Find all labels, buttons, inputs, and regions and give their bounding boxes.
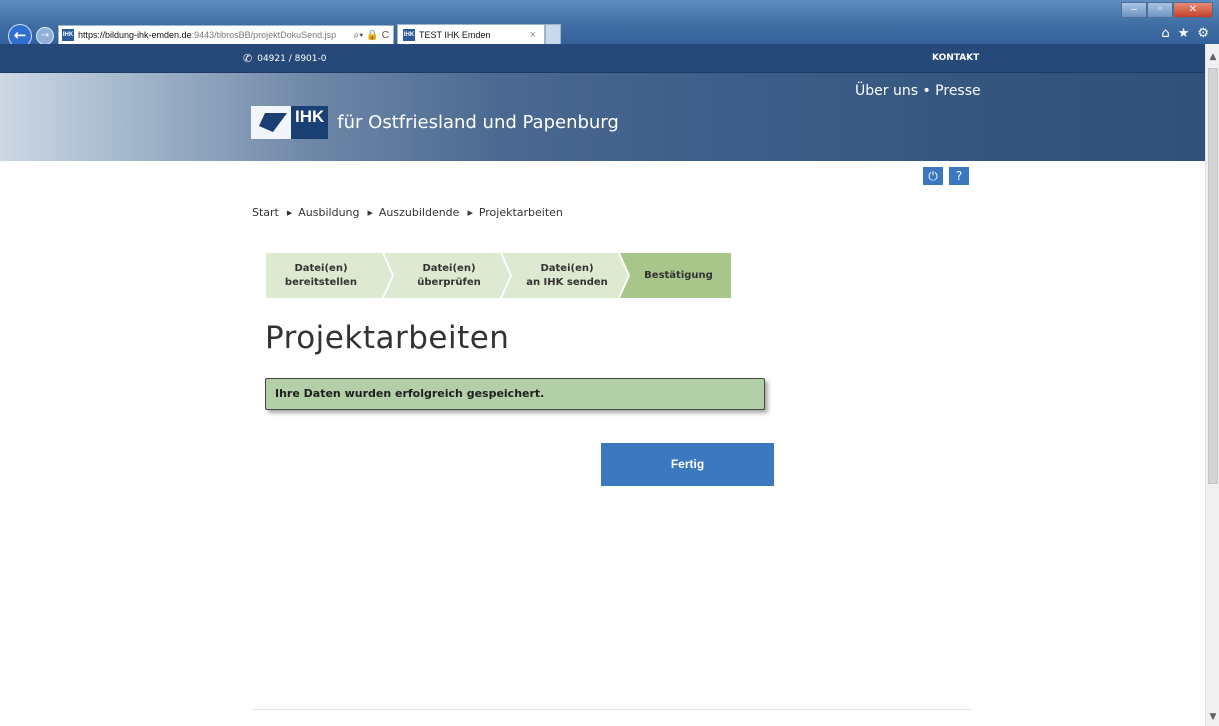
tab-close-icon[interactable]: × (530, 29, 536, 41)
breadcrumb-ausbildung[interactable]: Ausbildung (298, 206, 359, 219)
page-viewport: ✆ 04921 / 8901-0 KONTAKT IHK für Ostfrie… (0, 44, 1205, 726)
address-bar[interactable]: IHK https://bildung-ihk-emden.de:9443/ti… (58, 25, 394, 45)
minimize-button[interactable]: – (1121, 2, 1147, 18)
window-controls: – ▫ ✕ (1121, 2, 1213, 18)
success-message: Ihre Daten wurden erfolgreich gespeicher… (265, 378, 765, 410)
phone-icon: ✆ (243, 52, 253, 65)
url-path: :9443/tibrosBB/projektDokuSend.jsp (191, 30, 337, 40)
scroll-down-icon[interactable]: ▼ (1206, 710, 1219, 724)
fertig-button[interactable]: Fertig (601, 443, 774, 486)
vertical-scrollbar[interactable]: ▲ ▼ (1205, 44, 1219, 726)
header-banner: IHK für Ostfriesland und Papenburg Über … (0, 73, 1205, 161)
logo-text: für Ostfriesland und Papenburg (337, 112, 619, 133)
ihk-logo[interactable]: IHK für Ostfriesland und Papenburg (251, 106, 619, 139)
new-tab-button[interactable] (545, 24, 561, 45)
scroll-up-icon[interactable]: ▲ (1206, 50, 1219, 64)
breadcrumb-projektarbeiten: Projektarbeiten (478, 206, 563, 219)
browser-tools: ⌂ ★ ⚙ (1161, 26, 1209, 41)
power-icon[interactable]: ⏻ (923, 167, 943, 185)
breadcrumb-arrow-icon: ▶ (467, 208, 473, 217)
step-bereitstellen: Datei(en) bereitstellen (266, 253, 392, 298)
step-senden: Datei(en) an IHK senden (502, 253, 628, 298)
refresh-icon[interactable]: C (382, 30, 389, 41)
breadcrumb: Start ▶ Ausbildung ▶ Auszubildende ▶ Pro… (252, 206, 563, 219)
page-title: Projektarbeiten (265, 320, 510, 356)
close-window-button[interactable]: ✕ (1173, 2, 1213, 18)
forward-button[interactable]: → (36, 27, 54, 45)
about-link[interactable]: Über uns (855, 83, 918, 99)
search-dropdown-icon[interactable]: ⌕▾ (354, 30, 364, 41)
press-link[interactable]: Presse (935, 83, 980, 99)
gear-icon[interactable]: ⚙ (1197, 26, 1209, 41)
top-bar: ✆ 04921 / 8901-0 KONTAKT (0, 44, 1205, 73)
tab-title: TEST IHK Emden (419, 30, 491, 40)
kontakt-link[interactable]: KONTAKT (932, 53, 979, 63)
maximize-button[interactable]: ▫ (1147, 2, 1173, 18)
breadcrumb-start[interactable]: Start (252, 206, 279, 219)
tab-favicon-icon: IHK (403, 29, 415, 41)
link-separator: • (918, 83, 936, 99)
breadcrumb-arrow-icon: ▶ (286, 208, 293, 217)
lock-icon[interactable]: 🔒 (366, 30, 378, 41)
wizard-steps: Datei(en) bereitstellen Datei(en) überprüf… (266, 253, 731, 298)
star-icon[interactable]: ★ (1178, 26, 1190, 41)
logo-abbr: IHK (291, 106, 329, 139)
home-icon[interactable]: ⌂ (1161, 26, 1169, 41)
browser-chrome: ← → IHK https://bildung-ihk-emden.de:944… (0, 0, 1219, 48)
site-favicon-icon: IHK (62, 29, 74, 41)
phone-contact[interactable]: ✆ 04921 / 8901-0 (243, 52, 326, 65)
step-bestaetigung: Bestätigung (620, 253, 731, 298)
logo-mark-icon (251, 106, 291, 139)
help-icon[interactable]: ? (949, 167, 969, 185)
browser-tab[interactable]: IHK TEST IHK Emden × (397, 24, 545, 45)
step-ueberpruefen: Datei(en) überprüfen (384, 253, 510, 298)
url-host: https://bildung-ihk-emden.de (78, 30, 192, 40)
utility-icons: ⏻ ? (923, 167, 969, 185)
breadcrumb-auszubildende[interactable]: Auszubildende (379, 206, 460, 219)
breadcrumb-arrow-icon: ▶ (367, 208, 373, 217)
scroll-thumb[interactable] (1208, 68, 1218, 484)
phone-number: 04921 / 8901-0 (257, 53, 327, 64)
header-links: Über uns • Presse (855, 83, 981, 99)
footer-divider (252, 709, 972, 710)
